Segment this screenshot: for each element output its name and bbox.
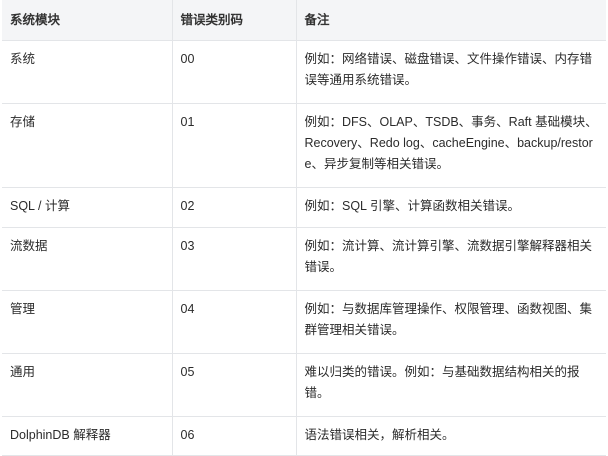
table-row: 管理 04 例如：与数据库管理操作、权限管理、函数视图、集群管理相关错误。 [2, 290, 606, 354]
cell-module: 流数据 [2, 227, 173, 291]
cell-code: 05 [172, 353, 297, 417]
cell-module: 存储 [2, 103, 173, 188]
table-row: 通用 05 难以归类的错误。例如：与基础数据结构相关的报错。 [2, 353, 606, 417]
cell-module: 管理 [2, 290, 173, 354]
header-module: 系统模块 [2, 0, 173, 41]
error-code-table: 系统模块 错误类别码 备注 系统 00 例如：网络错误、磁盘错误、文件操作错误、… [2, 0, 606, 456]
cell-code: 04 [172, 290, 297, 354]
cell-code: 06 [172, 416, 297, 456]
cell-note: 例如：SQL 引擎、计算函数相关错误。 [296, 187, 606, 228]
header-code: 错误类别码 [172, 0, 297, 41]
table-row: 系统 00 例如：网络错误、磁盘错误、文件操作错误、内存错误等通用系统错误。 [2, 40, 606, 104]
cell-note: 例如：流计算、流计算引擎、流数据引擎解释器相关错误。 [296, 227, 606, 291]
cell-note: 例如：网络错误、磁盘错误、文件操作错误、内存错误等通用系统错误。 [296, 40, 606, 104]
cell-code: 01 [172, 103, 297, 188]
cell-note: 语法错误相关，解析相关。 [296, 416, 606, 456]
cell-code: 03 [172, 227, 297, 291]
cell-module: 通用 [2, 353, 173, 417]
table-row: 存储 01 例如：DFS、OLAP、TSDB、事务、Raft 基础模块、Reco… [2, 103, 606, 188]
cell-code: 00 [172, 40, 297, 104]
cell-note: 难以归类的错误。例如：与基础数据结构相关的报错。 [296, 353, 606, 417]
cell-note: 例如：DFS、OLAP、TSDB、事务、Raft 基础模块、Recovery、R… [296, 103, 606, 188]
cell-module: 系统 [2, 40, 173, 104]
cell-note: 例如：与数据库管理操作、权限管理、函数视图、集群管理相关错误。 [296, 290, 606, 354]
table-row: 流数据 03 例如：流计算、流计算引擎、流数据引擎解释器相关错误。 [2, 227, 606, 291]
table-row: DolphinDB 解释器 06 语法错误相关，解析相关。 [2, 416, 606, 456]
cell-code: 02 [172, 187, 297, 228]
cell-module: SQL / 计算 [2, 187, 173, 228]
cell-module: DolphinDB 解释器 [2, 416, 173, 456]
header-note: 备注 [296, 0, 606, 41]
table-header-row: 系统模块 错误类别码 备注 [2, 0, 606, 41]
table-row: SQL / 计算 02 例如：SQL 引擎、计算函数相关错误。 [2, 187, 606, 228]
